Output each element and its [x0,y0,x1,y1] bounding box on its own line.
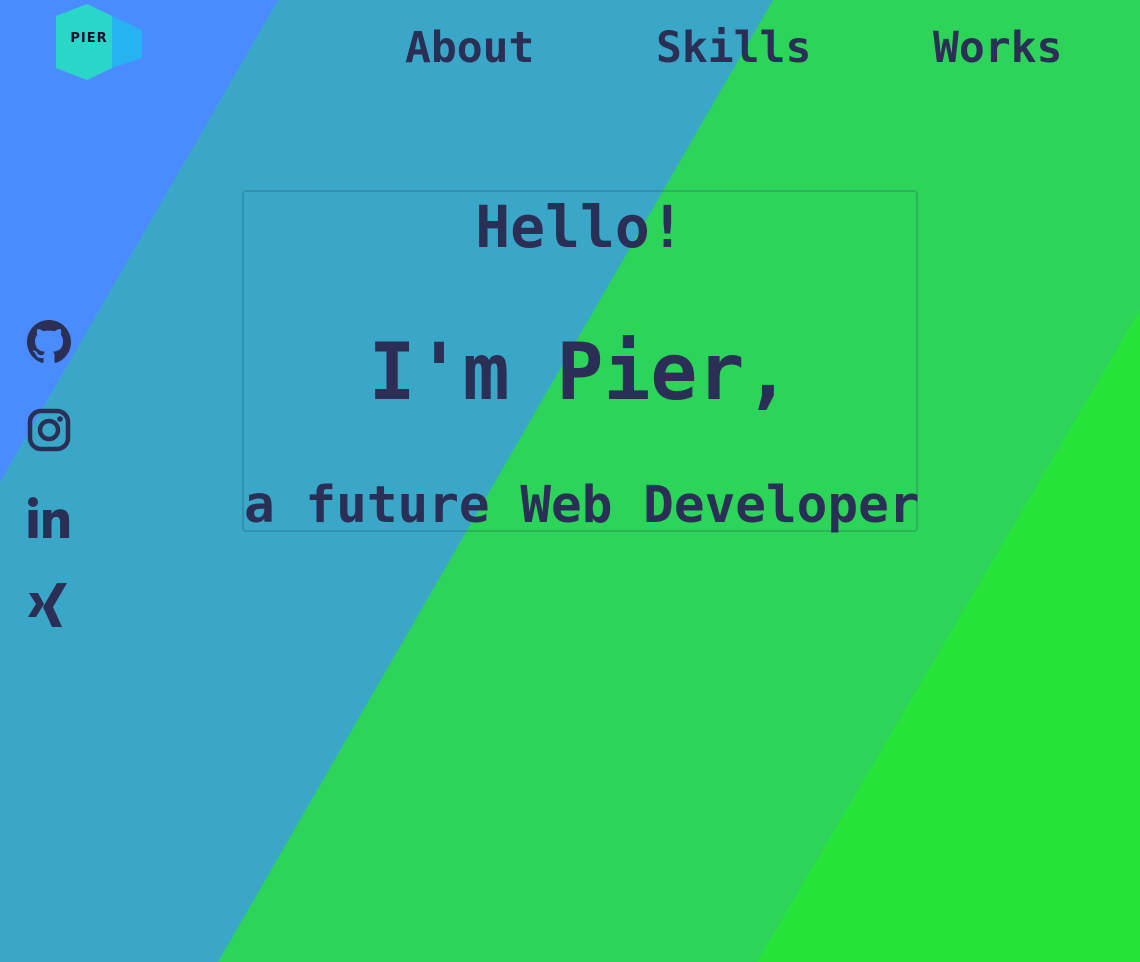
hero-greeting: Hello! [475,193,685,261]
nav-link-works[interactable]: Works [933,22,1062,74]
xing-icon [28,583,67,627]
instagram-link[interactable] [27,408,71,452]
linkedin-icon [28,497,70,538]
linkedin-link[interactable] [27,496,71,540]
nav-link-skills[interactable]: Skills [656,22,811,74]
github-icon [27,320,71,363]
main-nav: About Skills Works [0,22,1140,78]
hero-intro-box: Hello! I'm Pier, a future Web Developer [242,190,920,535]
xing-link[interactable] [27,583,71,627]
github-link[interactable] [27,320,71,364]
hero-role: a future Web Developer [244,476,920,535]
instagram-icon [27,408,71,452]
nav-link-about[interactable]: About [405,22,534,74]
hero-name: I'm Pier, [368,328,792,418]
